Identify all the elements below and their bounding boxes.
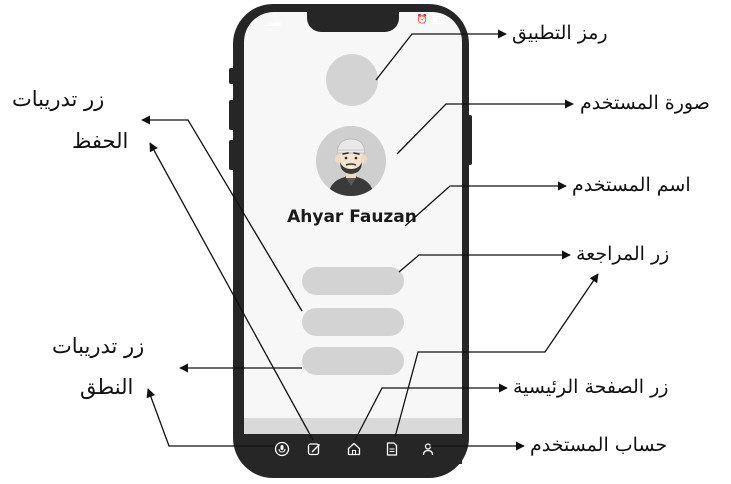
- label-app-icon: رمز التطبيق: [512, 22, 608, 44]
- app-logo-placeholder: [326, 54, 378, 106]
- label-user-photo: صورة المستخدم: [580, 92, 710, 114]
- status-icons: ⏰: [417, 15, 444, 25]
- label-pronunciation-line2: النطق: [80, 375, 134, 399]
- user-avatar-illustration: [316, 126, 386, 196]
- battery-icon: [431, 15, 444, 24]
- document-icon[interactable]: [384, 441, 400, 457]
- edit-icon[interactable]: [306, 441, 322, 457]
- signal-icon: ▁▂▃: [264, 17, 281, 26]
- review-button[interactable]: [302, 267, 404, 295]
- memorization-training-button[interactable]: [302, 308, 404, 336]
- label-user-name: اسم المستخدم: [572, 174, 691, 196]
- status-bar: ▁▂▃ ⏰: [244, 12, 462, 32]
- alarm-icon: ⏰: [416, 15, 428, 25]
- avatar: [316, 126, 386, 196]
- label-user-account: حساب المستخدم: [530, 434, 668, 456]
- user-name: Ahyar Fauzan: [287, 207, 417, 227]
- label-memorization-line1: زر تدريبات: [12, 87, 105, 111]
- pronunciation-training-button[interactable]: [302, 347, 404, 375]
- label-memorization-line2: الحفظ: [72, 129, 129, 153]
- diagram-stage: ▁▂▃ ⏰ Ahyar Fauzan رمز التطبيق صورة المس…: [0, 0, 731, 484]
- label-pronunciation-line1: زر تدريبات: [52, 334, 145, 358]
- user-icon[interactable]: [420, 441, 436, 457]
- mic-icon[interactable]: [274, 441, 290, 457]
- home-icon[interactable]: [346, 441, 362, 457]
- label-review-button: زر المراجعة: [576, 243, 670, 265]
- label-home-button: زر الصفحة الرئيسية: [513, 376, 669, 398]
